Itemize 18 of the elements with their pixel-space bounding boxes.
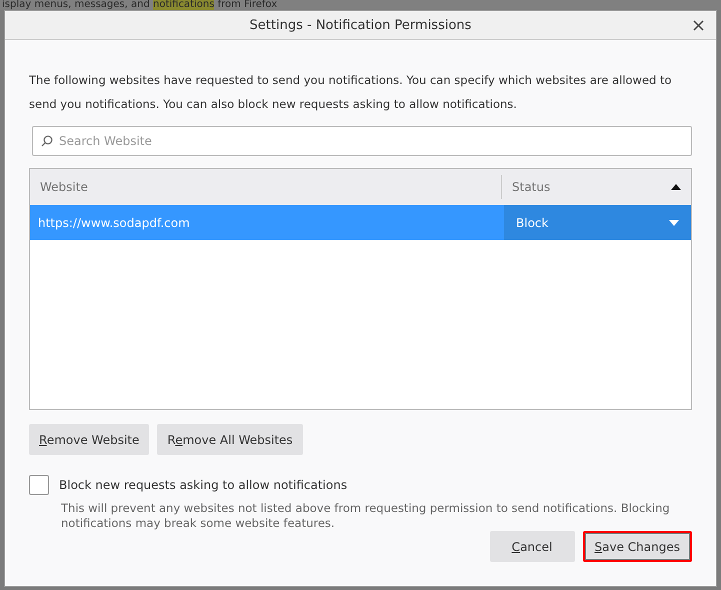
close-icon [692,20,704,30]
status-dropdown[interactable]: Block [504,205,691,240]
description-text: This will prevent any websites not listed above from requesting permission to send notifications. Blocking notifications may break some website features. [61,501,671,531]
remove-button[interactable]: Remove All Websites [157,424,303,455]
checkbox[interactable] [29,475,49,495]
save-button[interactable]: Save Changes [582,531,692,562]
intro-text: The following websites have requested to send you notifications. You can specify which websites are allowed to send you notifications. You can also block new requests asking to allow notifications. [29,72,673,113]
table-row[interactable]: https://www.sodapdf.com Block [30,205,691,240]
caret-icon [669,220,679,226]
website-cell-text: https://www.sodapdf.com [37,214,191,232]
search-field[interactable]: Search Website [32,126,692,156]
remove-button[interactable]: Remove Website [29,424,150,455]
column-header[interactable]: Website [30,169,501,205]
window-title: Settings - Notification Permissions [250,18,472,32]
search-icon [41,135,53,147]
cancel-button[interactable]: Cancel [490,531,575,562]
column-header[interactable]: Status [501,175,691,199]
checkbox-label: Block new requests asking to allow notifications [59,478,348,492]
